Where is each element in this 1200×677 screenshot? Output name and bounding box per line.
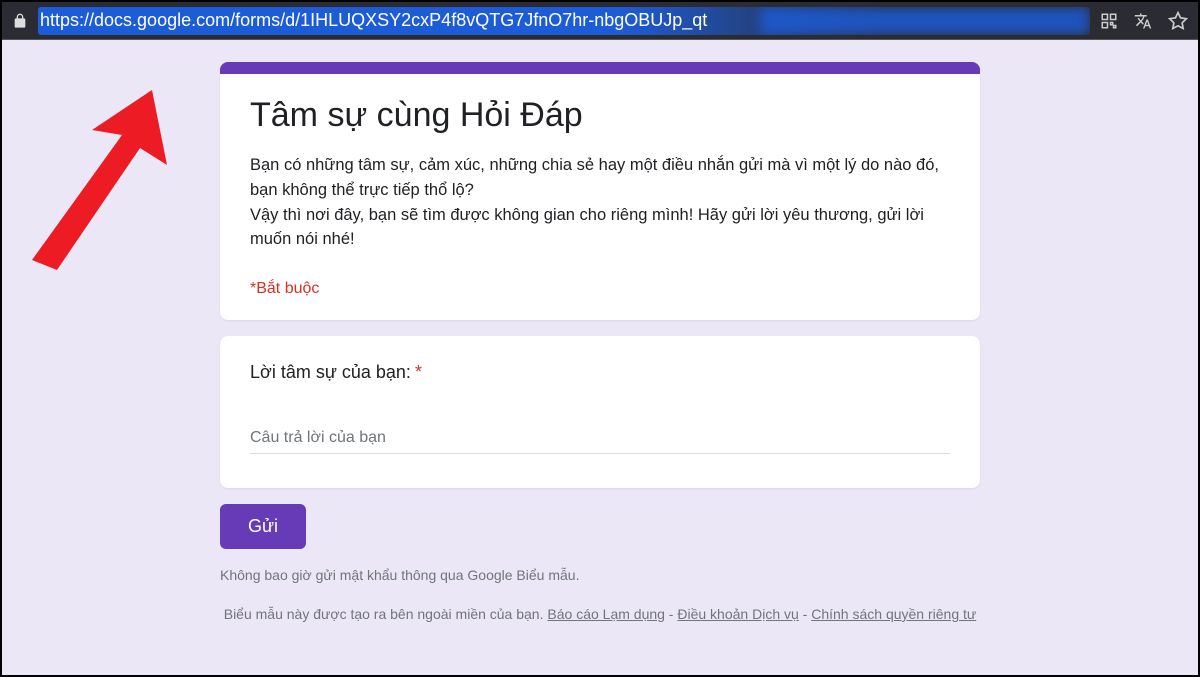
footer-sep2: - [799, 606, 811, 622]
form-description: Bạn có những tâm sự, cảm xúc, những chia… [250, 153, 950, 252]
form-desc-line2: Vậy thì nơi đây, bạn sẽ tìm được không g… [250, 206, 924, 249]
question-label-text: Lời tâm sự của bạn: [250, 362, 411, 383]
bookmark-star-icon[interactable] [1168, 11, 1188, 31]
form-header-card: Tâm sự cùng Hỏi Đáp Bạn có những tâm sự,… [220, 62, 980, 320]
page-body: Tâm sự cùng Hỏi Đáp Bạn có những tâm sự,… [2, 40, 1198, 675]
answer-input[interactable] [250, 423, 950, 454]
browser-address-bar: https://docs.google.com/forms/d/1IHLUQXS… [2, 2, 1198, 40]
url-input[interactable]: https://docs.google.com/forms/d/1IHLUQXS… [38, 7, 1090, 35]
qr-icon[interactable] [1100, 12, 1118, 30]
form-desc-line1: Bạn có những tâm sự, cảm xúc, những chia… [250, 156, 939, 199]
footer-text: Biểu mẫu này được tạo ra bên ngoài miền … [224, 606, 544, 622]
required-indicator: *Bắt buộc [250, 280, 950, 298]
url-text: https://docs.google.com/forms/d/1IHLUQXS… [40, 10, 707, 31]
submit-row: Gửi [220, 504, 980, 549]
lock-icon [12, 13, 28, 29]
form-footer: Biểu mẫu này được tạo ra bên ngoài miền … [220, 603, 980, 625]
password-warning: Không bao giờ gửi mật khẩu thông qua Goo… [220, 567, 980, 583]
url-blur-overlay [760, 7, 1090, 35]
submit-button[interactable]: Gửi [220, 504, 306, 549]
form-container: Tâm sự cùng Hỏi Đáp Bạn có những tâm sự,… [220, 40, 980, 625]
form-title: Tâm sự cùng Hỏi Đáp [250, 96, 950, 135]
question-card: Lời tâm sự của bạn: * [220, 336, 980, 488]
translate-icon[interactable] [1134, 12, 1152, 30]
privacy-link[interactable]: Chính sách quyền riêng tư [811, 606, 976, 622]
terms-link[interactable]: Điều khoản Dịch vụ [677, 606, 798, 622]
annotation-arrow-icon [12, 80, 192, 280]
required-asterisk: * [415, 362, 422, 383]
question-label: Lời tâm sự của bạn: * [250, 362, 950, 383]
footer-sep1: - [665, 606, 677, 622]
report-abuse-link[interactable]: Báo cáo Lạm dụng [547, 606, 665, 622]
address-bar-actions [1100, 11, 1188, 31]
